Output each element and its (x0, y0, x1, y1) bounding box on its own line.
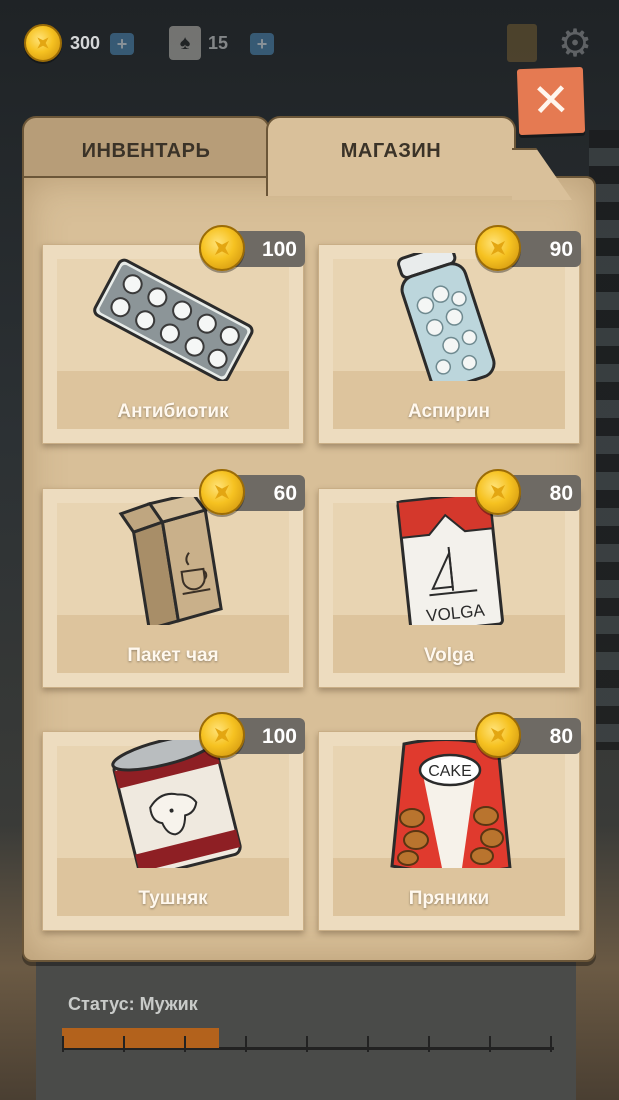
settings-gear-icon[interactable]: ⚙ (555, 24, 595, 64)
price-tag: 90 (475, 225, 581, 271)
price-tag: 60 (199, 469, 305, 515)
tea-bag-icon (118, 497, 223, 625)
item-price: 80 (549, 725, 573, 748)
shop-item-antibiotic[interactable]: Антибиотик 100 (42, 225, 305, 444)
add-coins-button[interactable]: + (110, 33, 134, 55)
item-price: 90 (549, 238, 573, 261)
item-name: Пряники (408, 888, 490, 909)
item-name: Пакет чая (127, 645, 219, 666)
gingerbread-bag-icon: CAKE (390, 740, 512, 868)
pill-bottle-icon (397, 253, 496, 381)
coin-icon (24, 24, 62, 62)
card-balance: 15 (208, 33, 229, 53)
price-tag: 100 (199, 225, 305, 271)
shop-item-volga[interactable]: VOLGA Volga 80 (318, 469, 581, 688)
shop-item-aspirin[interactable]: Аспирин 90 (318, 225, 581, 444)
coin-icon (475, 469, 521, 515)
coin-balance: 300 (70, 33, 101, 53)
canned-meat-icon (111, 740, 242, 868)
item-name: Антибиотик (117, 401, 229, 422)
item-price: 60 (273, 482, 297, 505)
add-cards-button[interactable]: + (250, 33, 274, 55)
status-label: Статус: Мужик (68, 994, 198, 1014)
item-name: Тушняк (138, 888, 208, 909)
coin-icon (199, 469, 245, 515)
price-tag: 80 (475, 712, 581, 758)
pill-blister-icon (93, 258, 254, 381)
coin-icon (199, 225, 245, 271)
shop-item-tea[interactable]: Пакет чая 60 (42, 469, 305, 688)
background-bottom-panel (36, 950, 576, 1100)
price-tag: 80 (475, 469, 581, 515)
coin-icon (475, 225, 521, 271)
close-button[interactable]: ✕ (516, 66, 586, 136)
coin-icon (199, 712, 245, 758)
top-hud: 300 + ♠ 15 + ⚙ (24, 24, 599, 64)
pack-label: CAKE (428, 763, 472, 780)
item-name: Аспирин (408, 401, 490, 422)
shop-item-canned-meat[interactable]: Тушняк 100 (42, 712, 305, 931)
card-spade-icon: ♠ (169, 26, 201, 60)
status-progress-ticks (62, 1036, 554, 1052)
cigarette-pack-icon: VOLGA (396, 497, 504, 625)
price-tag: 100 (199, 712, 305, 758)
item-price: 100 (261, 238, 297, 261)
item-price: 100 (261, 725, 297, 748)
coin-icon (475, 712, 521, 758)
item-price: 80 (549, 482, 573, 505)
item-name: Volga (423, 645, 475, 666)
journal-book-icon[interactable] (507, 24, 537, 62)
tab-shop[interactable]: МАГАЗИН (266, 116, 516, 196)
shop-item-gingerbread[interactable]: CAKE Пряники 80 (318, 712, 581, 931)
